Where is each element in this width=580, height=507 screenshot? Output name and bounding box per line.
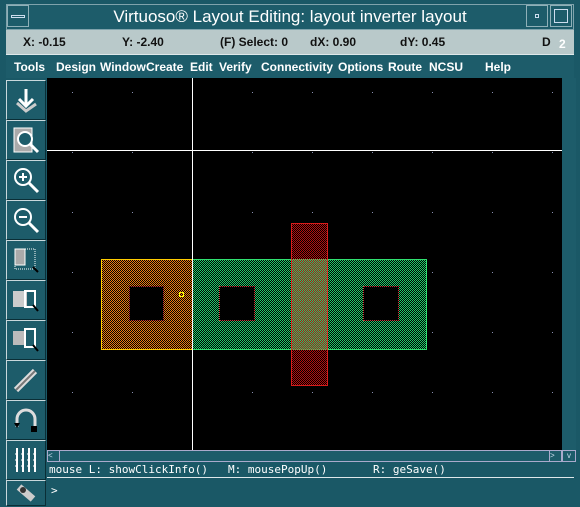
command-prompt: >	[51, 484, 58, 497]
grid-dot	[552, 212, 553, 213]
grid-dot	[252, 392, 253, 393]
grid-dot	[72, 92, 73, 93]
crosshair-horizontal	[47, 150, 562, 151]
menu-options[interactable]: Options	[338, 60, 383, 74]
vertical-scrollbar[interactable]: v	[562, 78, 576, 462]
grid-dot	[132, 392, 133, 393]
contact-left[interactable]	[129, 286, 164, 321]
undo-icon[interactable]	[6, 400, 46, 440]
menu-tools[interactable]: Tools	[14, 60, 45, 74]
grid-dot	[312, 92, 313, 93]
save-icon[interactable]	[6, 80, 46, 120]
grid-dot	[552, 332, 553, 333]
menu-connectivity[interactable]: Connectivity	[261, 60, 333, 74]
menu-route[interactable]: Route	[388, 60, 422, 74]
grid-dot	[312, 152, 313, 153]
menu-help[interactable]: Help	[485, 60, 511, 74]
grid-dot	[372, 92, 373, 93]
grid-dot	[72, 332, 73, 333]
scroll-down-arrow[interactable]: v	[562, 450, 576, 462]
grid-dot	[552, 152, 553, 153]
d-value: D	[542, 35, 551, 49]
selection-marker	[179, 292, 184, 297]
grid-dot	[432, 212, 433, 213]
grid-dot	[312, 212, 313, 213]
grid-dot	[492, 152, 493, 153]
grid-dot	[252, 92, 253, 93]
grid-dot	[492, 392, 493, 393]
grid-dot	[252, 212, 253, 213]
window-menu-button[interactable]	[7, 5, 29, 27]
edit-properties-icon[interactable]	[6, 360, 46, 400]
menu-ncsu[interactable]: NCSU	[429, 60, 463, 74]
grid-dot	[432, 272, 433, 273]
menu-design[interactable]: Design	[56, 60, 96, 74]
menu-create[interactable]: Create	[146, 60, 183, 74]
layout-canvas[interactable]	[47, 78, 562, 450]
scroll-left-arrow[interactable]: <	[48, 451, 60, 461]
horizontal-scrollbar[interactable]: < >	[47, 450, 562, 462]
stretch-icon[interactable]	[6, 240, 46, 280]
maximize-button[interactable]	[550, 5, 572, 27]
window-title: Virtuoso® Layout Editing: layout inverte…	[113, 7, 467, 26]
grid-dot	[492, 92, 493, 93]
contact-middle[interactable]	[219, 286, 255, 321]
copy-icon[interactable]	[6, 280, 46, 320]
menu-verify[interactable]: Verify	[219, 60, 252, 74]
grid-dot	[72, 212, 73, 213]
zoom-fit-icon[interactable]	[6, 120, 46, 160]
dx-value: dX: 0.90	[310, 35, 357, 49]
toolbar	[6, 80, 46, 506]
grid-dot	[252, 152, 253, 153]
grid-dot	[552, 92, 553, 93]
crosshair-vertical	[192, 78, 193, 450]
grid-dot	[132, 212, 133, 213]
grid-dot	[432, 152, 433, 153]
x-coord: X: -0.15	[23, 35, 66, 49]
menu-bar: Tools Design Window Create Edit Verify C…	[6, 54, 574, 78]
grid-dot	[372, 392, 373, 393]
grid-dot	[372, 152, 373, 153]
grid-dot	[432, 392, 433, 393]
grid-dot	[552, 272, 553, 273]
window-number-badge: 2	[559, 37, 566, 51]
grid-dot	[72, 272, 73, 273]
grid-dot	[492, 212, 493, 213]
grid-dot	[72, 152, 73, 153]
poly-gate[interactable]	[291, 223, 328, 386]
grid-dot	[552, 392, 553, 393]
y-coord: Y: -2.40	[122, 35, 164, 49]
title-bar: Virtuoso® Layout Editing: layout inverte…	[6, 4, 574, 30]
grid-dot	[72, 392, 73, 393]
grid-dot	[312, 392, 313, 393]
scroll-right-arrow[interactable]: >	[549, 451, 561, 461]
mouse-bindings-line: mouse L: showClickInfo() M: mousePopUp()…	[47, 462, 574, 478]
menu-edit[interactable]: Edit	[190, 60, 213, 74]
status-bar: X: -0.15 Y: -2.40 (F) Select: 0 dX: 0.90…	[6, 30, 574, 54]
grid-dot	[432, 92, 433, 93]
move-icon[interactable]	[6, 320, 46, 360]
mouse-left-binding: mouse L: showClickInfo()	[49, 463, 208, 476]
grid-dot	[432, 332, 433, 333]
minimize-button[interactable]	[526, 5, 548, 27]
mouse-right-binding: R: geSave()	[373, 463, 446, 476]
grid-dot	[492, 332, 493, 333]
grid-dot	[492, 272, 493, 273]
zoom-out-icon[interactable]	[6, 200, 46, 240]
contact-right[interactable]	[363, 286, 399, 321]
grid-dot	[132, 152, 133, 153]
dy-value: dY: 0.45	[400, 35, 446, 49]
menu-window[interactable]: Window	[100, 60, 146, 74]
grid-dot	[132, 92, 133, 93]
ruler-icon[interactable]	[6, 440, 46, 480]
select-count: (F) Select: 0	[220, 35, 289, 49]
mouse-middle-binding: M: mousePopUp()	[228, 463, 328, 476]
path-icon[interactable]	[6, 480, 46, 506]
command-input[interactable]: >	[47, 480, 574, 500]
grid-dot	[372, 212, 373, 213]
zoom-in-icon[interactable]	[6, 160, 46, 200]
